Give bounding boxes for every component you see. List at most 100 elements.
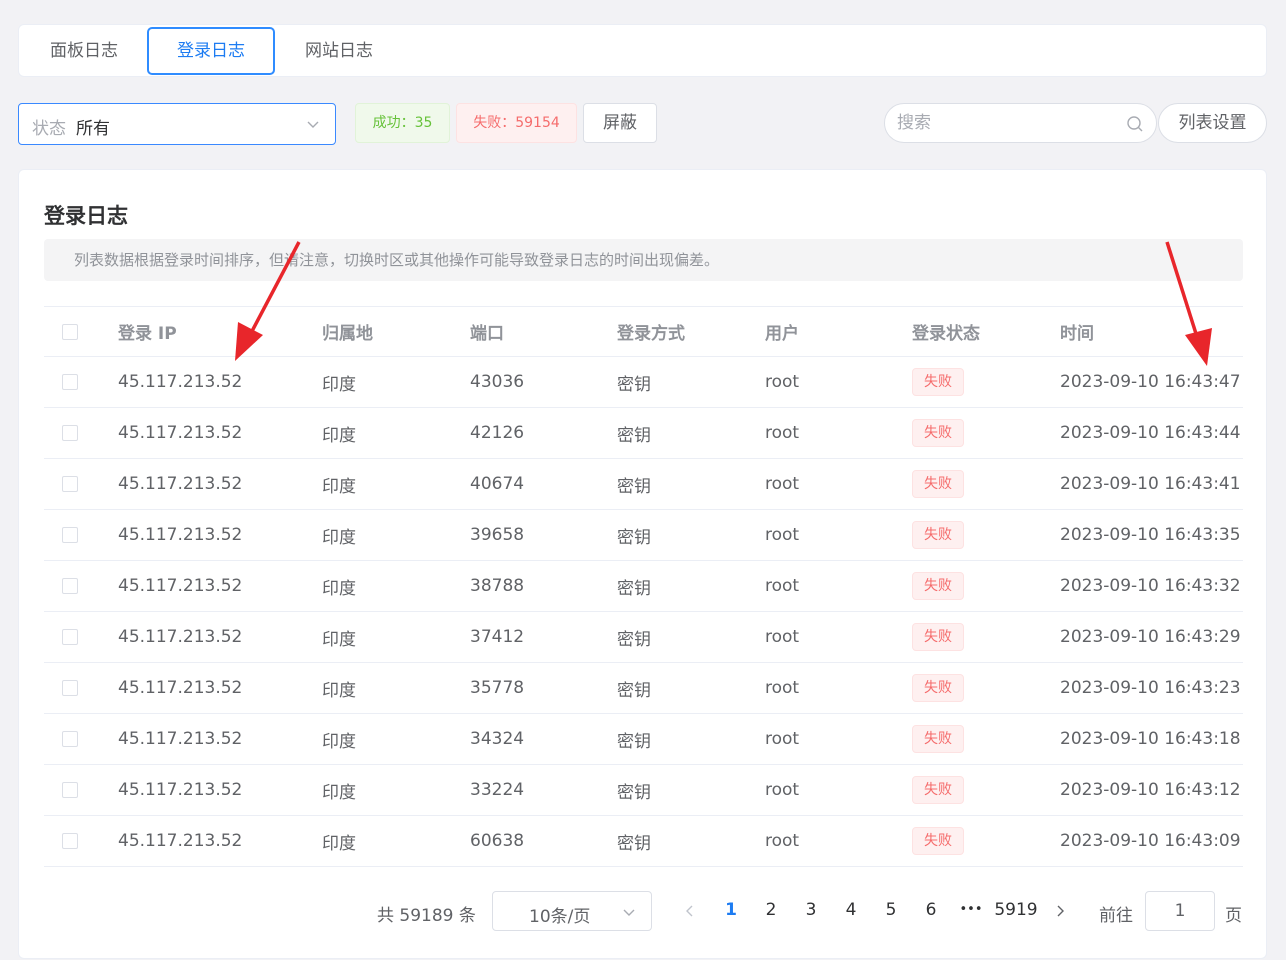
cell-user: root bbox=[765, 611, 912, 663]
table-row: 45.117.213.52 印度 40674 密钥 root 失败 2023-0… bbox=[44, 458, 1243, 510]
cell-region: 印度 bbox=[322, 509, 470, 561]
cell-time: 2023-09-10 16:43:47 bbox=[1060, 356, 1243, 408]
row-checkbox[interactable] bbox=[62, 374, 78, 390]
tab-login-log[interactable]: 登录日志 bbox=[147, 27, 275, 75]
cell-region: 印度 bbox=[322, 560, 470, 612]
cell-region: 印度 bbox=[322, 611, 470, 663]
cell-time: 2023-09-10 16:43:29 bbox=[1060, 611, 1243, 663]
chevron-down-icon bbox=[307, 121, 319, 128]
cell-port: 34324 bbox=[470, 713, 617, 765]
cell-time: 2023-09-10 16:43:44 bbox=[1060, 407, 1243, 459]
col-header-time: 时间 bbox=[1060, 306, 1243, 357]
cell-method: 密钥 bbox=[617, 407, 765, 459]
cell-user: root bbox=[765, 509, 912, 561]
cell-user: root bbox=[765, 458, 912, 510]
login-log-table: 登录 IP 归属地 端口 登录方式 用户 登录状态 时间 45.117.213.… bbox=[44, 306, 1243, 867]
table-row: 45.117.213.52 印度 37412 密钥 root 失败 2023-0… bbox=[44, 611, 1243, 663]
page-6[interactable]: 6 bbox=[916, 900, 946, 920]
status-badge: 失败 bbox=[912, 368, 964, 396]
cell-method: 密钥 bbox=[617, 611, 765, 663]
table-row: 45.117.213.52 印度 33224 密钥 root 失败 2023-0… bbox=[44, 764, 1243, 816]
cell-method: 密钥 bbox=[617, 815, 765, 867]
status-badge: 失败 bbox=[912, 521, 964, 549]
cell-user: root bbox=[765, 662, 912, 714]
row-checkbox[interactable] bbox=[62, 680, 78, 696]
cell-region: 印度 bbox=[322, 407, 470, 459]
status-badge: 失败 bbox=[912, 470, 964, 498]
search-input[interactable] bbox=[897, 110, 1117, 136]
row-checkbox[interactable] bbox=[62, 833, 78, 849]
tab-panel-log[interactable]: 面板日志 bbox=[29, 27, 139, 75]
total-count: 共 59189 条 bbox=[377, 906, 476, 926]
cell-user: root bbox=[765, 560, 912, 612]
page-1[interactable]: 1 bbox=[716, 900, 746, 920]
page-2[interactable]: 2 bbox=[756, 900, 786, 920]
cell-port: 38788 bbox=[470, 560, 617, 612]
cell-time: 2023-09-10 16:43:35 bbox=[1060, 509, 1243, 561]
row-checkbox[interactable] bbox=[62, 629, 78, 645]
cell-region: 印度 bbox=[322, 815, 470, 867]
more-pages-ellipsis[interactable]: ••• bbox=[956, 902, 986, 917]
goto-page-input[interactable]: 1 bbox=[1145, 891, 1215, 931]
cell-method: 密钥 bbox=[617, 560, 765, 612]
chevron-down-icon bbox=[623, 909, 635, 916]
status-badge: 失败 bbox=[912, 623, 964, 651]
row-checkbox[interactable] bbox=[62, 527, 78, 543]
chevron-right-icon[interactable] bbox=[1052, 903, 1068, 919]
cell-ip: 45.117.213.52 bbox=[118, 815, 322, 867]
cell-time: 2023-09-10 16:43:12 bbox=[1060, 764, 1243, 816]
select-all-checkbox[interactable] bbox=[62, 323, 78, 340]
status-badge: 失败 bbox=[912, 776, 964, 804]
page-4[interactable]: 4 bbox=[836, 900, 866, 920]
cell-port: 43036 bbox=[470, 356, 617, 408]
list-settings-button[interactable]: 列表设置 bbox=[1158, 103, 1267, 143]
row-checkbox[interactable] bbox=[62, 425, 78, 441]
cell-ip: 45.117.213.52 bbox=[118, 662, 322, 714]
status-badge: 失败 bbox=[912, 725, 964, 753]
cell-region: 印度 bbox=[322, 662, 470, 714]
cell-port: 35778 bbox=[470, 662, 617, 714]
page-3[interactable]: 3 bbox=[796, 900, 826, 920]
page-size-select[interactable]: 10条/页 bbox=[492, 891, 652, 931]
row-checkbox[interactable] bbox=[62, 782, 78, 798]
table-header-row: 登录 IP 归属地 端口 登录方式 用户 登录状态 时间 bbox=[44, 306, 1243, 357]
col-header-user: 用户 bbox=[765, 306, 912, 357]
row-checkbox[interactable] bbox=[62, 476, 78, 492]
table-row: 45.117.213.52 印度 42126 密钥 root 失败 2023-0… bbox=[44, 407, 1243, 459]
block-button[interactable]: 屏蔽 bbox=[583, 103, 657, 143]
status-badge: 失败 bbox=[912, 572, 964, 600]
status-filter-label: 状态 bbox=[32, 119, 66, 139]
notice-banner: 列表数据根据登录时间排序，但请注意，切换时区或其他操作可能导致登录日志的时间出现… bbox=[44, 239, 1243, 281]
success-count-badge[interactable]: 成功：35 bbox=[355, 103, 450, 143]
cell-port: 60638 bbox=[470, 815, 617, 867]
cell-ip: 45.117.213.52 bbox=[118, 713, 322, 765]
status-filter-value: 所有 bbox=[76, 119, 110, 139]
page-last[interactable]: 5919 bbox=[993, 900, 1039, 920]
col-header-method: 登录方式 bbox=[617, 306, 765, 357]
status-filter-select[interactable]: 状态 所有 bbox=[18, 103, 336, 145]
col-header-status: 登录状态 bbox=[912, 306, 1060, 357]
tab-site-log[interactable]: 网站日志 bbox=[283, 27, 395, 75]
row-checkbox[interactable] bbox=[62, 578, 78, 594]
cell-ip: 45.117.213.52 bbox=[118, 356, 322, 408]
status-badge: 失败 bbox=[912, 419, 964, 447]
cell-ip: 45.117.213.52 bbox=[118, 764, 322, 816]
row-checkbox[interactable] bbox=[62, 731, 78, 747]
cell-time: 2023-09-10 16:43:41 bbox=[1060, 458, 1243, 510]
table-row: 45.117.213.52 印度 43036 密钥 root 失败 2023-0… bbox=[44, 356, 1243, 408]
cell-time: 2023-09-10 16:43:23 bbox=[1060, 662, 1243, 714]
login-log-card: 登录日志 列表数据根据登录时间排序，但请注意，切换时区或其他操作可能导致登录日志… bbox=[18, 169, 1267, 959]
cell-ip: 45.117.213.52 bbox=[118, 407, 322, 459]
pagination: 共 59189 条 10条/页 1 2 3 4 5 6 ••• 5919 前往 … bbox=[19, 890, 1268, 932]
page-5[interactable]: 5 bbox=[876, 900, 906, 920]
status-badge: 失败 bbox=[912, 674, 964, 702]
page-size-value: 10条/页 bbox=[529, 907, 591, 927]
chevron-left-icon[interactable] bbox=[682, 903, 698, 919]
cell-region: 印度 bbox=[322, 458, 470, 510]
search-icon[interactable] bbox=[1126, 115, 1144, 133]
page-title: 登录日志 bbox=[44, 204, 128, 228]
fail-count-badge[interactable]: 失败：59154 bbox=[456, 103, 577, 143]
cell-method: 密钥 bbox=[617, 509, 765, 561]
cell-ip: 45.117.213.52 bbox=[118, 560, 322, 612]
table-row: 45.117.213.52 印度 39658 密钥 root 失败 2023-0… bbox=[44, 509, 1243, 561]
